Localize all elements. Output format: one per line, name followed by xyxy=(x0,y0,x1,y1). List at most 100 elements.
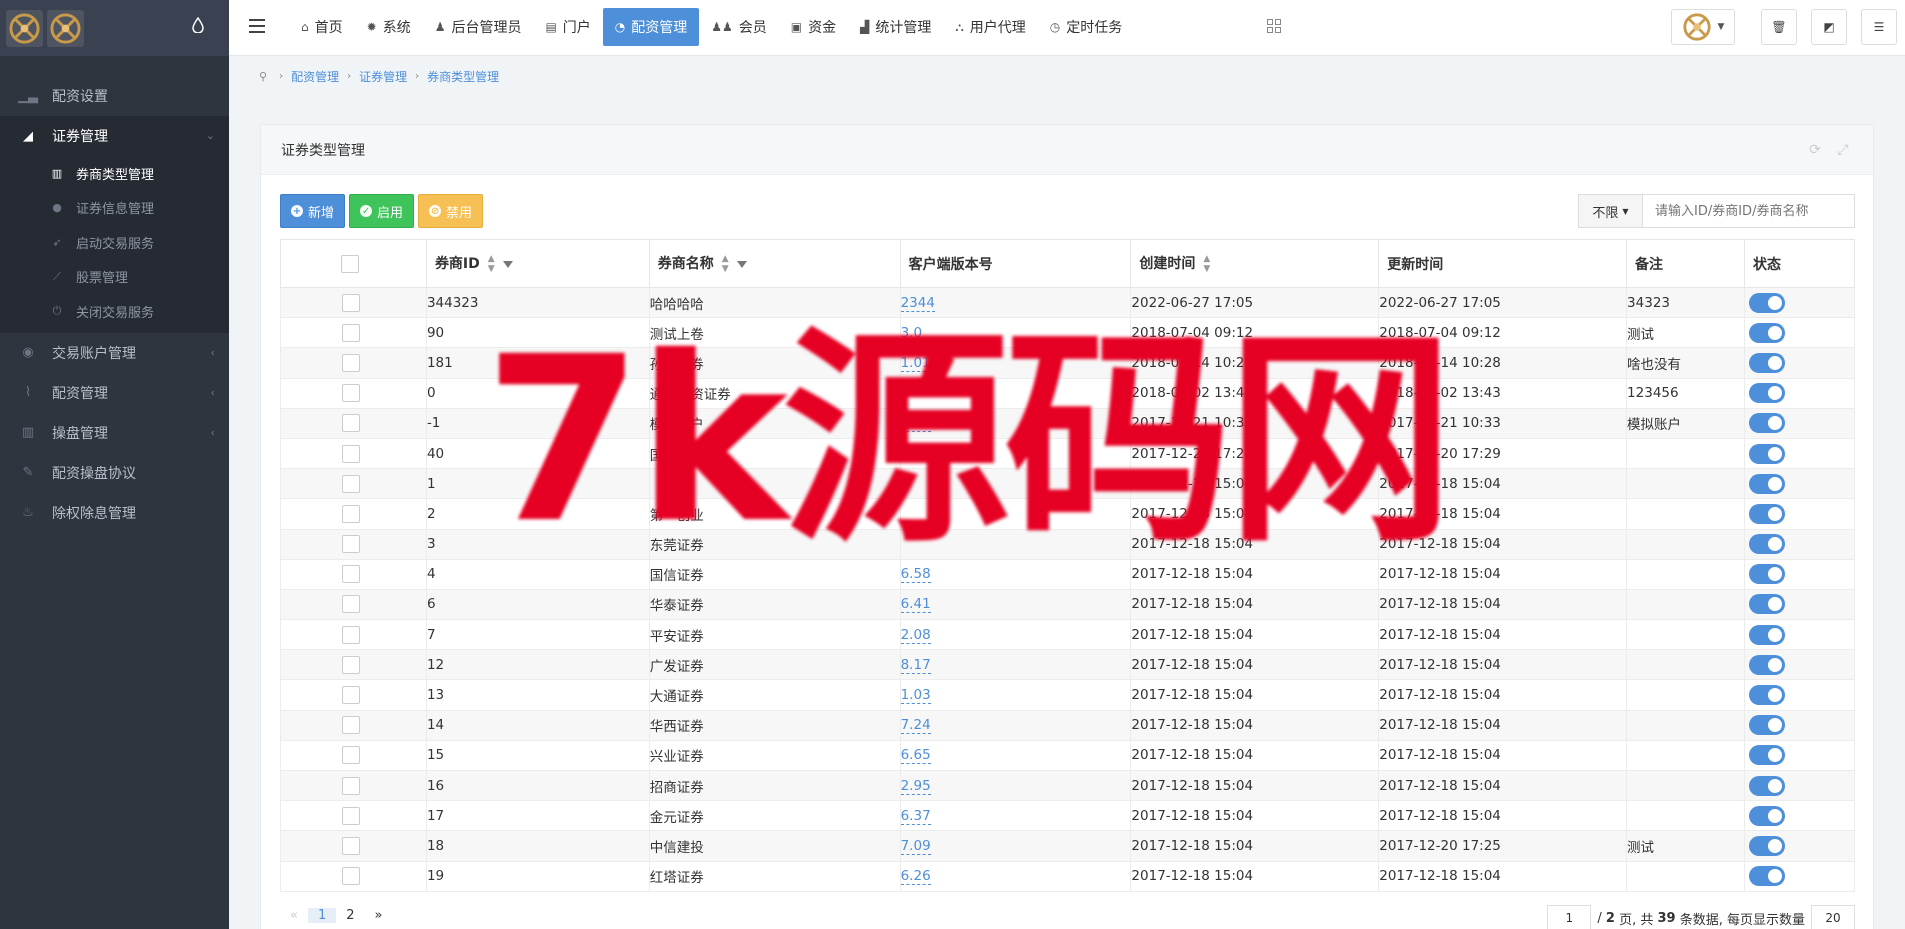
row-checkbox[interactable] xyxy=(342,323,360,342)
row-checkbox[interactable] xyxy=(342,716,360,735)
sidebar-subitem-stop-trading[interactable]: ⏻ 关闭交易服务 xyxy=(0,294,229,329)
status-toggle[interactable] xyxy=(1748,715,1785,736)
trash-button[interactable]: 🗑 xyxy=(1761,9,1797,45)
page-jump-input[interactable]: 1 xyxy=(1547,905,1592,929)
version-editable-link[interactable]: 2.95 xyxy=(900,777,931,795)
table-row[interactable]: 6 华泰证券 6.41 2017-12-18 15:04 2017-12-18 15:0… xyxy=(280,588,1856,621)
row-checkbox[interactable] xyxy=(342,565,360,584)
table-row[interactable]: 19 红塔证券 6.26 2017-12-18 15:04 2017-12-18 15:… xyxy=(280,860,1856,892)
status-toggle[interactable] xyxy=(1748,835,1785,856)
row-checkbox[interactable] xyxy=(342,806,360,825)
status-toggle[interactable] xyxy=(1748,594,1785,615)
sort-icon[interactable]: ▲ ▼ xyxy=(488,254,495,274)
filter-icon[interactable] xyxy=(502,260,513,268)
row-checkbox[interactable] xyxy=(342,746,360,765)
disable-button[interactable]: ⊘ 禁用 xyxy=(418,194,484,228)
table-row[interactable]: 17 金元证券 6.37 2017-12-18 15:04 2017-12-18 15:… xyxy=(280,800,1856,832)
breadcrumb-current[interactable]: 券商类型管理 xyxy=(427,68,499,85)
row-checkbox[interactable] xyxy=(342,776,360,795)
version-editable-link[interactable]: 1.01 xyxy=(900,354,931,372)
status-toggle[interactable] xyxy=(1748,534,1785,555)
nav-funds[interactable]: ▣ 资金 xyxy=(779,8,848,46)
version-editable-link[interactable]: 6.26 xyxy=(900,868,931,886)
sidebar-item-peizi-settings[interactable]: ▁▃ 配资设置 xyxy=(0,76,229,116)
version-editable-link[interactable]: 6.37 xyxy=(900,807,931,825)
version-editable-link[interactable]: 1.03 xyxy=(900,687,931,705)
theme-drop-icon[interactable] xyxy=(192,16,208,37)
status-toggle[interactable] xyxy=(1748,322,1785,343)
table-row[interactable]: -1 模拟账户 1.00 2017-12-21 10:33 2017-12-21 10:… xyxy=(280,407,1856,439)
sidebar-subitem-start-trading[interactable]: ➶ 启动交易服务 xyxy=(0,225,229,260)
sidebar-item-peizi[interactable]: ⌇ 配资管理 ‹ xyxy=(0,373,229,413)
page-button-1[interactable]: 1 xyxy=(307,908,337,923)
table-row[interactable]: 344323 哈哈哈哈 2344 2022-06-27 17:05 2022-06-27… xyxy=(280,286,1856,319)
edit-button[interactable]: ◩ xyxy=(1811,9,1847,45)
version-editable-link[interactable]: 6.65 xyxy=(900,747,931,765)
sort-icon[interactable]: ▲ ▼ xyxy=(722,254,729,274)
logo-secondary[interactable] xyxy=(47,9,84,47)
next-page-button[interactable]: » xyxy=(365,908,393,923)
row-checkbox[interactable] xyxy=(342,625,360,644)
refresh-icon[interactable]: ⟳ xyxy=(1807,142,1823,158)
table-row[interactable]: 7 平安证券 2.08 2017-12-18 15:04 2017-12-18 15:0… xyxy=(280,619,1856,651)
sidebar-item-securities[interactable]: ◢ 证券管理 ⌄ xyxy=(0,116,229,156)
table-row[interactable]: 181 孙凯证券 1.01 2018-06-14 10:28 2018-06-14 10… xyxy=(280,347,1856,379)
table-row[interactable]: 12 广发证券 8.17 2017-12-18 15:04 2017-12-18 15:… xyxy=(280,649,1856,681)
status-toggle[interactable] xyxy=(1748,775,1785,796)
table-row[interactable]: 14 华西证券 7.24 2017-12-18 15:04 2017-12-18 15:… xyxy=(280,709,1856,741)
table-row[interactable]: 1 2017-12-18 15:04 2017-12-18 15:04 xyxy=(280,468,1856,500)
status-toggle[interactable] xyxy=(1748,352,1785,373)
row-checkbox[interactable] xyxy=(342,384,360,403)
status-toggle[interactable] xyxy=(1748,443,1785,464)
nav-system[interactable]: ✹ 系统 xyxy=(355,8,423,46)
status-toggle[interactable] xyxy=(1748,413,1785,434)
nav-portal[interactable]: ▤ 门户 xyxy=(533,8,602,46)
table-row[interactable]: 15 兴业证券 6.65 2017-12-18 15:04 2017-12-18 15:… xyxy=(280,739,1856,772)
nav-cron[interactable]: ◷ 定时任务 xyxy=(1038,8,1134,46)
enable-button[interactable]: ✓ 启用 xyxy=(349,194,415,228)
user-avatar-dropdown[interactable]: ▼ xyxy=(1671,9,1735,45)
breadcrumb-link[interactable]: 配资管理 xyxy=(291,68,339,85)
table-row[interactable]: 40 国金证券 2017-12-20 17:28 2017-12-20 17:29 xyxy=(280,437,1856,470)
table-row[interactable]: 16 招商证券 2.95 2017-12-18 15:04 2017-12-18 15:… xyxy=(280,769,1856,802)
row-checkbox[interactable] xyxy=(342,474,360,493)
page-button-2[interactable]: 2 xyxy=(336,908,364,923)
table-row[interactable]: 18 中信建投 7.09 2017-12-18 15:04 2017-12-20 17:… xyxy=(280,830,1856,862)
settings-panel-button[interactable]: ☰ xyxy=(1861,9,1897,45)
table-row[interactable]: 13 大通证券 1.03 2017-12-18 15:04 2017-12-18 15:… xyxy=(280,679,1856,711)
sidebar-item-agreement[interactable]: ✎ 配资操盘协议 xyxy=(0,453,229,493)
sidebar-item-ex-rights[interactable]: ♨ 除权除息管理 xyxy=(0,493,229,533)
status-toggle[interactable] xyxy=(1748,685,1785,706)
sort-icon[interactable]: ▲ ▼ xyxy=(1203,254,1210,274)
nav-agents[interactable]: ⛬ 用户代理 xyxy=(943,8,1037,46)
sidebar-item-trading-ops[interactable]: ▥ 操盘管理 ‹ xyxy=(0,413,229,453)
status-toggle[interactable] xyxy=(1748,805,1785,826)
version-editable-link[interactable]: 7.09 xyxy=(900,837,931,855)
row-checkbox[interactable] xyxy=(342,686,360,705)
filter-icon[interactable] xyxy=(736,260,747,268)
status-toggle[interactable] xyxy=(1748,654,1785,675)
row-checkbox[interactable] xyxy=(342,504,360,523)
add-button[interactable]: + 新增 xyxy=(280,194,346,228)
nav-admins[interactable]: ♟ 后台管理员 xyxy=(423,8,534,46)
version-editable-link[interactable]: 3.0 xyxy=(900,324,923,342)
table-row[interactable]: 2 第一创业 2017-12-18 15:04 2017-12-18 15:04 xyxy=(280,498,1856,530)
col-name[interactable]: 券商名称 ▲ ▼ xyxy=(648,239,901,288)
version-editable-link[interactable]: 6.41 xyxy=(900,596,931,614)
table-row[interactable]: 90 测试上卷 3.0 2018-07-04 09:12 2018-07-04 09:1… xyxy=(280,317,1856,349)
sidebar-item-trade-accounts[interactable]: ◉ 交易账户管理 ‹ xyxy=(0,333,229,373)
fullscreen-icon[interactable]: ⤢ xyxy=(1835,142,1851,158)
version-editable-link[interactable]: 7.24 xyxy=(900,717,931,735)
status-toggle[interactable] xyxy=(1748,624,1785,645)
version-editable-link[interactable]: 8.17 xyxy=(900,656,931,674)
apps-grid-icon[interactable] xyxy=(1267,19,1281,33)
page-size-input[interactable]: 20 xyxy=(1811,905,1855,929)
status-toggle[interactable] xyxy=(1748,745,1785,766)
status-toggle[interactable] xyxy=(1748,473,1785,494)
table-row[interactable]: 3 东莞证券 2017-12-18 15:04 2017-12-18 15:04 xyxy=(280,528,1856,560)
version-editable-link[interactable]: 1.00 xyxy=(900,415,931,433)
nav-stats[interactable]: ▟ 统计管理 xyxy=(848,8,943,46)
sidebar-subitem-security-info[interactable]: ● 证券信息管理 xyxy=(0,191,229,226)
nav-home[interactable]: ⌂ 首页 xyxy=(289,8,355,46)
row-checkbox[interactable] xyxy=(342,414,360,433)
